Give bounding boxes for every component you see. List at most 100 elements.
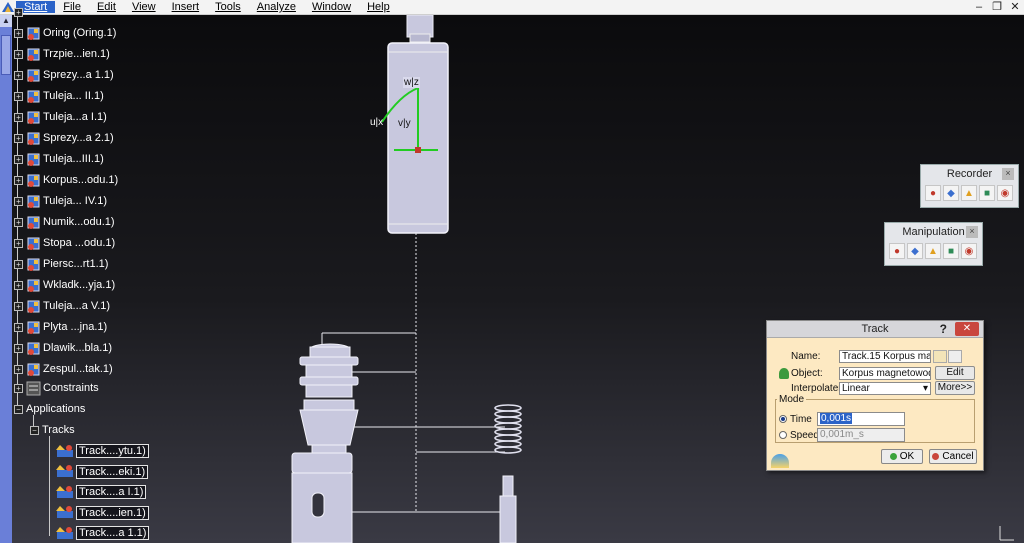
menu-tools[interactable]: Tools <box>207 1 249 13</box>
rotate-icon[interactable]: ◆ <box>907 243 923 259</box>
cancel-icon <box>932 453 940 460</box>
menu-view[interactable]: View <box>124 1 164 13</box>
part-icon <box>26 194 41 209</box>
part-icon <box>26 341 41 356</box>
speed-row: Speed 0,001m_s <box>779 428 905 442</box>
tree-node-part[interactable]: + Tuleja...a V.1) <box>14 297 110 315</box>
track-clear-icon[interactable] <box>948 350 962 363</box>
move-axis-icon[interactable]: ▲ <box>925 243 941 259</box>
collapse-icon[interactable]: − <box>30 425 39 435</box>
expand-icon[interactable]: + <box>14 49 23 59</box>
manipulation-title-bar[interactable]: Manipulation × <box>885 223 982 241</box>
cancel-button[interactable]: Cancel <box>929 449 977 464</box>
tree-node-part[interactable]: + Plyta ...jna.1) <box>14 318 107 336</box>
paint-icon[interactable]: ◉ <box>961 243 977 259</box>
track-select-icon[interactable] <box>933 350 947 363</box>
speed-field[interactable]: 0,001m_s <box>817 428 905 442</box>
tree-node-part[interactable]: + Dlawik...bla.1) <box>14 339 112 357</box>
expand-icon[interactable]: + <box>14 133 23 143</box>
minimize-icon[interactable]: – <box>970 0 988 15</box>
record-path-icon[interactable]: ■ <box>979 185 995 201</box>
expand-icon[interactable]: + <box>14 175 23 185</box>
ok-button[interactable]: OK <box>881 449 923 464</box>
tree-node-part[interactable]: + Numik...odu.1) <box>14 213 115 231</box>
name-field[interactable]: Track.15 Korpus magnet <box>839 350 931 363</box>
tree-node-track[interactable]: Track....eki.1) <box>56 463 149 481</box>
menu-analyze[interactable]: Analyze <box>249 1 304 13</box>
tree-node-part[interactable]: + Tuleja...III.1) <box>14 150 104 168</box>
tree-node-part[interactable]: + Sprezy...a 1.1) <box>14 66 114 84</box>
record-step-icon[interactable]: ◆ <box>943 185 959 201</box>
interpolater-select[interactable]: Linear ▾ <box>839 381 931 395</box>
expand-icon[interactable]: + <box>14 343 23 353</box>
menu-window[interactable]: Window <box>304 1 359 13</box>
menu-bar: Start File Edit View Insert Tools Analyz… <box>0 0 1024 15</box>
part-icon <box>26 68 41 83</box>
tree-node-part[interactable]: + Wkladk...yja.1) <box>14 276 115 294</box>
tree-node-track[interactable]: Track....ien.1) <box>56 504 149 522</box>
recorder-title-bar[interactable]: Recorder × <box>921 165 1018 183</box>
expand-icon[interactable]: + <box>14 259 23 269</box>
speed-label: Speed <box>790 429 819 441</box>
tree-node-part[interactable]: + Sprezy...a 2.1) <box>14 129 114 147</box>
expand-icon[interactable]: + <box>14 364 23 374</box>
speed-radio[interactable] <box>779 431 787 439</box>
tree-node-track[interactable]: Track....a 1.1) <box>56 524 150 542</box>
close-icon[interactable]: ✕ <box>955 322 979 336</box>
expand-icon[interactable]: + <box>14 112 23 122</box>
collapse-icon[interactable]: − <box>14 404 23 414</box>
menu-file[interactable]: File <box>55 1 89 13</box>
tree-node-track[interactable]: Track....ytu.1) <box>56 442 149 460</box>
more-button[interactable]: More>> <box>935 381 975 395</box>
time-field[interactable]: 0,001s <box>817 412 905 426</box>
tree-node-part[interactable]: + Zespul...tak.1) <box>14 360 113 378</box>
tree-node-part[interactable]: + Tuleja...a I.1) <box>14 108 107 126</box>
expand-icon[interactable]: + <box>14 91 23 101</box>
translate-icon[interactable]: ● <box>889 243 905 259</box>
expand-icon[interactable]: + <box>14 196 23 206</box>
restore-icon[interactable]: ❐ <box>988 0 1006 15</box>
record-key-icon[interactable]: ▲ <box>961 185 977 201</box>
tree-node-part[interactable]: + Piersc...rt1.1) <box>14 255 108 273</box>
expand-icon[interactable]: + <box>14 280 23 290</box>
expand-icon[interactable]: + <box>14 238 23 248</box>
menu-insert[interactable]: Insert <box>164 1 208 13</box>
track-icon <box>56 485 74 500</box>
expand-icon[interactable]: + <box>14 70 23 80</box>
tree-node-applications[interactable]: − Applications <box>14 400 85 418</box>
close-icon[interactable]: × <box>1002 168 1014 180</box>
object-field[interactable]: Korpus magnetowodu.1 <box>839 366 931 380</box>
tree-node-part[interactable]: + Stopa ...odu.1) <box>14 234 115 252</box>
track-dialog-title-bar[interactable]: Track ? ✕ <box>767 321 983 338</box>
snap-icon[interactable]: ■ <box>943 243 959 259</box>
tree-node-part[interactable]: + Korpus...odu.1) <box>14 171 118 189</box>
tree-node-part[interactable]: + Tuleja... IV.1) <box>14 192 107 210</box>
expand-icon[interactable]: + <box>14 217 23 227</box>
tree-node-part[interactable]: + Tuleja... II.1) <box>14 87 104 105</box>
object-icon <box>779 367 789 379</box>
part-icon <box>26 320 41 335</box>
close-icon[interactable]: ✕ <box>1006 0 1024 15</box>
tree-node-label: Tuleja...III.1) <box>43 153 104 165</box>
expand-icon[interactable]: + <box>14 383 23 393</box>
expand-icon[interactable]: + <box>14 7 23 17</box>
menu-edit[interactable]: Edit <box>89 1 124 13</box>
tree-node-track[interactable]: Track....a I.1) <box>56 483 147 501</box>
record-icon[interactable]: ● <box>925 185 941 201</box>
tree-node-partial[interactable]: + <box>14 3 43 21</box>
menu-help[interactable]: Help <box>359 1 398 13</box>
record-camera-icon[interactable]: ◉ <box>997 185 1013 201</box>
edit-button[interactable]: Edit <box>935 366 975 380</box>
expand-icon[interactable]: + <box>14 322 23 332</box>
expand-icon[interactable]: + <box>14 154 23 164</box>
help-icon[interactable]: ? <box>940 322 947 336</box>
tree-node-tracks[interactable]: − Tracks <box>30 421 75 439</box>
time-radio[interactable] <box>779 415 787 423</box>
expand-icon[interactable]: + <box>14 301 23 311</box>
tree-node-constraints[interactable]: + Constraints <box>14 379 99 397</box>
expand-icon[interactable]: + <box>14 28 23 38</box>
dialog-title: Track <box>861 323 889 335</box>
close-icon[interactable]: × <box>966 226 978 238</box>
tree-node-part[interactable]: + Oring (Oring.1) <box>14 24 116 42</box>
tree-node-part[interactable]: + Trzpie...ien.1) <box>14 45 110 63</box>
